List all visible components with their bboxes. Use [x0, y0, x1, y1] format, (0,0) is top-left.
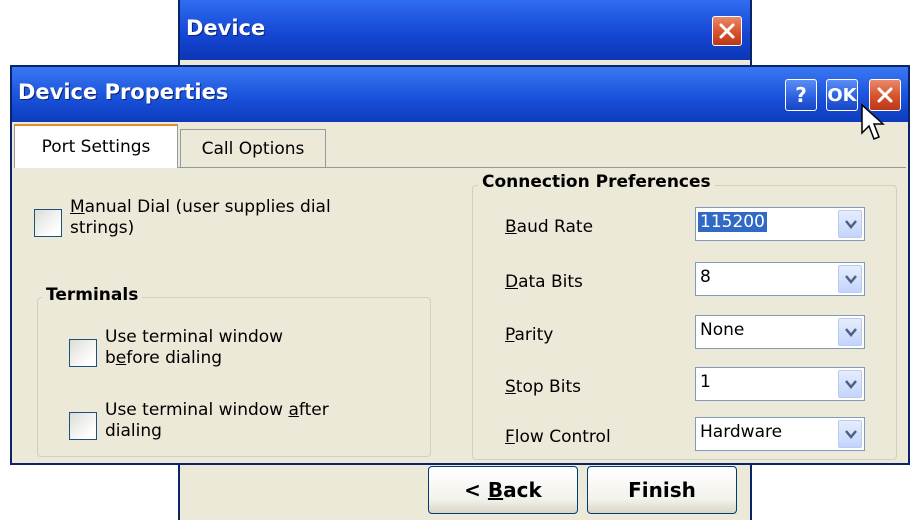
parity-dropdown-button[interactable] — [838, 318, 862, 346]
tab-port-settings[interactable]: Port Settings — [14, 124, 178, 168]
finish-button[interactable]: Finish — [587, 466, 737, 514]
baud-rate-label: Baud Rate — [505, 217, 594, 237]
baud-rate-dropdown-button[interactable] — [838, 210, 862, 238]
flow-control-dropdown-button[interactable] — [838, 420, 862, 448]
background-dialog-title: Device — [186, 16, 266, 40]
tab-port-settings-label: Port Settings — [41, 137, 151, 157]
terminal-before-label-line1: Use terminal window — [105, 327, 284, 347]
device-properties-dialog: Device Properties ? OK Port Settings Cal… — [10, 65, 910, 465]
dropdown-arrow-icon — [845, 328, 857, 337]
close-icon — [719, 23, 735, 39]
dropdown-arrow-icon — [845, 220, 857, 229]
ok-icon: OK — [827, 84, 857, 106]
terminal-after-label: Use terminal window after dialing — [105, 400, 329, 442]
ok-button[interactable]: OK — [826, 79, 858, 111]
dialog-title: Device Properties — [18, 80, 229, 104]
parity-select[interactable]: None — [695, 315, 865, 349]
flow-control-select[interactable]: Hardware — [695, 417, 865, 451]
dropdown-arrow-icon — [845, 380, 857, 389]
tab-call-options[interactable]: Call Options — [180, 129, 326, 167]
manual-dial-label-line2: strings) — [70, 218, 135, 238]
data-bits-value: 8 — [700, 267, 711, 287]
help-icon: ? — [795, 83, 807, 107]
manual-dial-label-line1: anual Dial (user supplies dial — [84, 197, 331, 217]
terminal-before-label-line2: before dialing — [105, 348, 223, 368]
data-bits-select[interactable]: 8 — [695, 262, 865, 296]
stop-bits-dropdown-button[interactable] — [838, 370, 862, 398]
data-bits-dropdown-button[interactable] — [838, 265, 862, 293]
tab-call-options-label: Call Options — [201, 138, 305, 159]
stop-bits-value: 1 — [700, 372, 711, 392]
dropdown-arrow-icon — [845, 275, 857, 284]
manual-dial-label: Manual Dial (user supplies dial strings) — [70, 197, 331, 238]
manual-dial-checkbox[interactable] — [34, 209, 62, 237]
baud-rate-select[interactable]: 115200 — [695, 207, 865, 241]
help-button[interactable]: ? — [785, 79, 817, 111]
flow-control-label: Flow Control — [505, 427, 611, 447]
parity-label: Parity — [505, 325, 554, 345]
baud-rate-value: 115200 — [698, 212, 767, 232]
flow-control-value: Hardware — [700, 422, 783, 442]
connection-preferences-title: Connection Preferences — [478, 172, 715, 192]
terminal-before-label: Use terminal window before dialing — [105, 327, 283, 369]
terminals-group-title: Terminals — [42, 285, 143, 305]
dialog-titlebar[interactable]: Device Properties ? OK — [12, 67, 908, 122]
back-button-label: < Back — [464, 478, 542, 502]
terminal-after-checkbox[interactable] — [69, 412, 97, 440]
data-bits-label: Data Bits — [505, 272, 583, 292]
terminal-after-label-line2: dialing — [105, 421, 162, 441]
parity-value: None — [700, 320, 745, 340]
terminal-before-checkbox[interactable] — [69, 339, 97, 367]
stop-bits-label: Stop Bits — [505, 377, 581, 397]
terminal-after-label-line1: Use terminal window after — [105, 400, 329, 420]
stop-bits-select[interactable]: 1 — [695, 367, 865, 401]
close-icon — [877, 87, 893, 103]
back-button[interactable]: < Back — [428, 466, 578, 514]
dropdown-arrow-icon — [845, 430, 857, 439]
mouse-cursor-icon — [861, 103, 885, 140]
background-titlebar: Device — [180, 0, 750, 60]
background-close-button[interactable] — [712, 16, 742, 46]
